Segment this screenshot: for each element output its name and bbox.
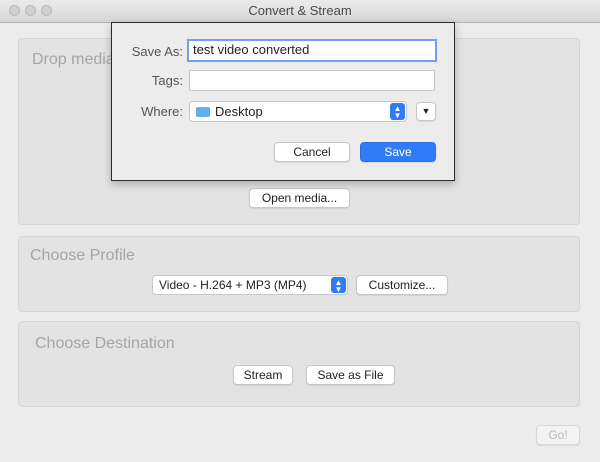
save-as-field[interactable]: test video converted bbox=[187, 39, 437, 62]
stream-button[interactable]: Stream bbox=[233, 365, 293, 385]
select-stepper-icon: ▲ ▼ bbox=[390, 103, 405, 120]
folder-icon bbox=[196, 107, 210, 117]
chevron-down-icon: ▼ bbox=[421, 106, 431, 116]
choose-profile-title: Choose Profile bbox=[30, 247, 135, 264]
tags-label: Tags: bbox=[151, 73, 183, 88]
select-stepper-icon: ▲ ▼ bbox=[331, 277, 346, 294]
where-select[interactable]: Desktop ▲ ▼ bbox=[189, 101, 407, 122]
go-button[interactable]: Go! bbox=[536, 425, 580, 445]
save-button[interactable]: Save bbox=[360, 142, 436, 162]
tags-field[interactable] bbox=[189, 70, 435, 91]
window-title: Convert & Stream bbox=[248, 3, 352, 18]
choose-profile-section: Choose Profile bbox=[18, 236, 580, 312]
title-bar: Convert & Stream bbox=[0, 0, 600, 23]
open-media-button[interactable]: Open media... bbox=[249, 188, 350, 208]
where-value: Desktop bbox=[215, 104, 263, 119]
choose-destination-title: Choose Destination bbox=[35, 335, 175, 352]
customize-button[interactable]: Customize... bbox=[356, 275, 448, 295]
save-dialog: Save As: test video converted Tags: Wher… bbox=[111, 22, 455, 181]
save-as-label: Save As: bbox=[131, 44, 183, 59]
profile-select-value: Video - H.264 + MP3 (MP4) bbox=[159, 278, 307, 292]
save-as-file-button[interactable]: Save as File bbox=[306, 365, 395, 385]
cancel-button[interactable]: Cancel bbox=[274, 142, 350, 162]
save-as-value: test video converted bbox=[193, 42, 310, 57]
where-label: Where: bbox=[141, 104, 183, 119]
choose-destination-section: Choose Destination bbox=[18, 321, 580, 407]
profile-select[interactable]: Video - H.264 + MP3 (MP4) ▲ ▼ bbox=[152, 275, 348, 295]
expand-chevron-button[interactable]: ▼ bbox=[416, 102, 436, 121]
drop-media-title: Drop media bbox=[32, 51, 115, 68]
